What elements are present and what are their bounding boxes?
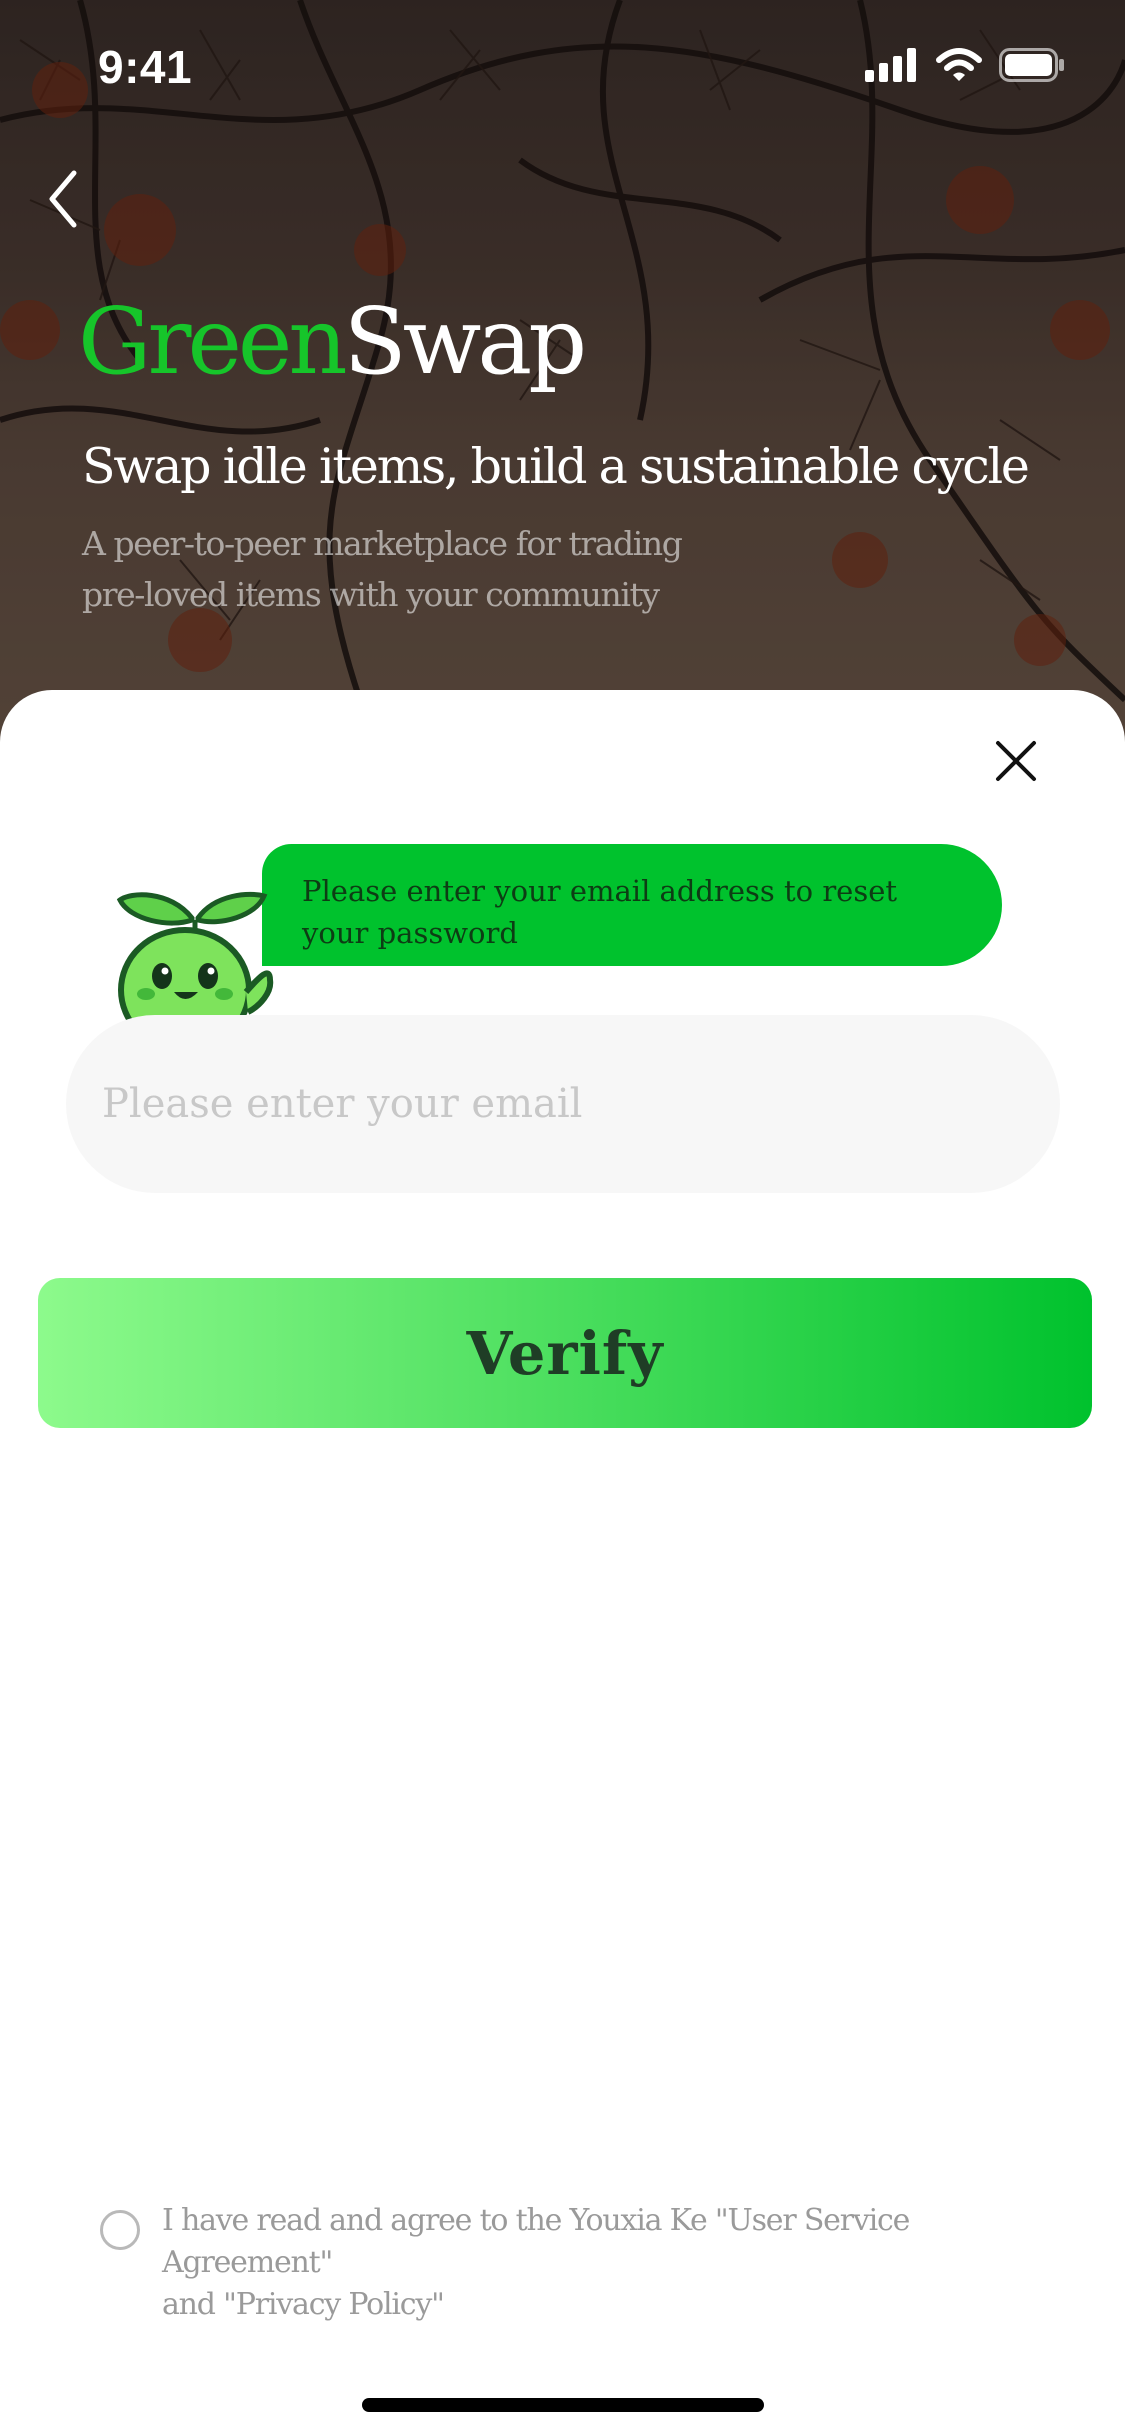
home-indicator xyxy=(362,2398,764,2412)
signal-icon xyxy=(865,48,916,82)
agreement-row[interactable]: I have read and agree to the Youxia Ke "… xyxy=(100,2200,1000,2326)
email-field[interactable] xyxy=(66,1015,1060,1193)
brand-swap: Swap xyxy=(343,288,588,395)
wifi-icon xyxy=(936,48,982,81)
sprout-mascot-icon xyxy=(116,891,274,1020)
brand-green: Green xyxy=(78,288,348,395)
status-bar: 9:41 xyxy=(0,0,1125,135)
brand-logo: GreenSwap xyxy=(78,296,587,388)
hero-subtitle-line2: pre-loved items with your community xyxy=(82,575,660,614)
hero-subtitle: A peer-to-peer marketplace for trading p… xyxy=(82,518,702,620)
agreement-text[interactable]: I have read and agree to the Youxia Ke "… xyxy=(162,2200,1000,2326)
hero-subtitle-line1: A peer-to-peer marketplace for trading xyxy=(82,524,683,563)
close-icon[interactable] xyxy=(990,735,1042,787)
battery-icon xyxy=(999,48,1064,82)
verify-button[interactable]: Verify xyxy=(38,1278,1092,1428)
hero-tagline: Swap idle items, build a sustainable cyc… xyxy=(82,438,1030,495)
agreement-radio[interactable] xyxy=(100,2210,140,2250)
agreement-text-line2[interactable]: and "Privacy Policy" xyxy=(162,2284,1000,2326)
back-chevron-icon[interactable] xyxy=(40,165,96,233)
status-time: 9:41 xyxy=(98,41,193,93)
agreement-text-line1[interactable]: I have read and agree to the Youxia Ke "… xyxy=(162,2200,1000,2284)
message-bubble: Please enter your email address to reset… xyxy=(262,844,1002,966)
